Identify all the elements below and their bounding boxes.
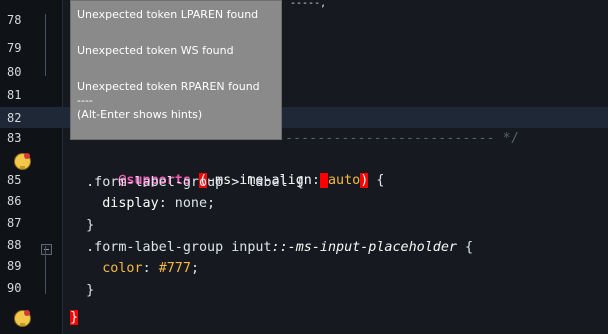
tooltip-line: Unexpected token WS found <box>77 44 234 57</box>
error-highlight-brace: } <box>70 310 79 325</box>
fold-guide-line <box>45 14 46 76</box>
tooltip-line: Unexpected token LPAREN found <box>77 8 259 21</box>
error-tooltip: Unexpected token LPAREN found Unexpected… <box>70 0 282 140</box>
code-text: } <box>70 307 79 328</box>
tooltip-separator: ---- <box>77 94 93 107</box>
tooltip-gap <box>77 22 275 44</box>
tooltip-hint: (Alt-Enter shows hints) <box>77 108 203 121</box>
line-number: 82 <box>7 111 22 125</box>
code-line-86[interactable]: 86 display: none; <box>0 193 608 214</box>
line-number: 79 <box>7 41 22 55</box>
open-brace: { <box>456 240 474 255</box>
css-pseudo-element: ::-ms-input-placeholder <box>271 240 457 255</box>
css-property: color <box>70 261 143 276</box>
error-bulb-icon[interactable] <box>14 310 31 327</box>
line-number: 90 <box>7 281 22 295</box>
code-line-89[interactable]: 89 color: #777; <box>0 258 608 279</box>
fold-marker-icon[interactable] <box>41 244 52 255</box>
code-text: } <box>70 283 95 298</box>
error-bulb-icon[interactable] <box>14 153 31 170</box>
comment-line: -------------------------- */ <box>285 131 519 146</box>
code-line-90[interactable]: 90 } <box>0 280 608 301</box>
code-text: color: #777; <box>70 258 199 279</box>
code-text: @supports (-ms-ime-align: auto) { <box>70 149 384 188</box>
css-value-text: : none; <box>158 196 216 211</box>
line-number: 81 <box>7 88 22 102</box>
tooltip-line: Unexpected token RPAREN found <box>77 80 260 93</box>
code-line-84[interactable]: @supports (-ms-ime-align: auto) { <box>0 149 608 188</box>
line-number: 80 <box>7 65 22 79</box>
code-text: } <box>70 218 95 233</box>
code-text: .form-label-group > label { <box>70 175 304 190</box>
fold-guide-line <box>45 246 46 294</box>
semicolon: ; <box>190 261 199 276</box>
code-line-88[interactable]: 88 .form-label-group input::-ms-input-pl… <box>0 237 608 258</box>
line-number: 78 <box>7 13 22 27</box>
css-color-value: #777 <box>158 261 191 276</box>
line-number: 87 <box>7 216 22 230</box>
css-property: display <box>70 196 159 211</box>
code-text: display: none; <box>70 193 215 214</box>
line-number: 86 <box>7 194 22 208</box>
line-number: 83 <box>7 131 22 145</box>
code-line-87[interactable]: 87 } <box>0 215 608 236</box>
code-line-91[interactable]: } <box>0 307 608 328</box>
line-number: 89 <box>7 259 22 273</box>
line-number: 88 <box>7 238 22 252</box>
code-editor[interactable]: -----, 78 79 80 81 82 83 ---------------… <box>0 0 608 334</box>
css-colon: : <box>142 261 159 276</box>
css-selector: .form-label-group input <box>70 240 272 255</box>
code-text: .form-label-group input::-ms-input-place… <box>70 237 473 258</box>
tooltip-gap <box>77 58 275 80</box>
code-line-85[interactable]: 85 .form-label-group > label { <box>0 172 608 193</box>
line-number: 85 <box>7 173 22 187</box>
